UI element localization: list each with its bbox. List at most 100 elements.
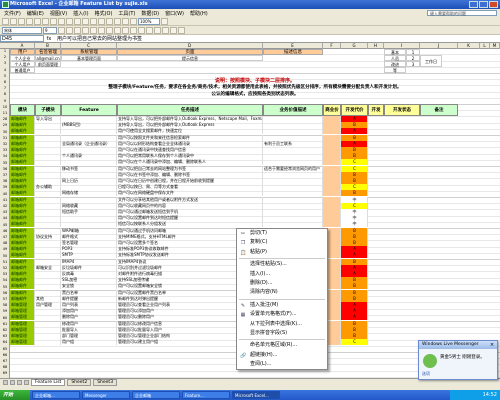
biz-value-cell[interactable] bbox=[263, 128, 323, 135]
commercial-value-cell[interactable] bbox=[323, 122, 341, 129]
priority-cell[interactable]: C bbox=[341, 339, 368, 346]
priority-cell[interactable]: B bbox=[341, 171, 368, 178]
biz-value-cell[interactable] bbox=[263, 184, 323, 191]
feature-cell[interactable]: 网络收藏 bbox=[61, 202, 117, 209]
feature-cell[interactable]: 全局通讯录（企业通讯录） bbox=[61, 140, 117, 147]
task-desc-cell[interactable]: 支持导入导出，可以把外部邮件导入Outlook Express、Netscape… bbox=[117, 116, 263, 122]
task-desc-cell[interactable]: 用户可使用全文搜索邮件，快速定位 bbox=[117, 128, 263, 135]
priority-cell[interactable]: C bbox=[341, 165, 368, 172]
minimize-button[interactable] bbox=[469, 1, 478, 8]
row-header[interactable]: 64 bbox=[0, 340, 10, 344]
context-menu-item[interactable]: 📋 粘贴(P) bbox=[237, 248, 327, 257]
priority-cell[interactable]: B bbox=[341, 147, 368, 153]
biz-value-cell[interactable] bbox=[263, 147, 323, 153]
priority-cell[interactable]: B bbox=[341, 277, 368, 284]
module-cell[interactable]: 邮箱管理 bbox=[10, 308, 35, 315]
row-header[interactable]: 32 bbox=[0, 142, 10, 146]
priority-cell[interactable]: B bbox=[341, 258, 368, 265]
priority-cell[interactable]: B bbox=[341, 289, 368, 296]
priority-cell[interactable]: C bbox=[341, 159, 368, 166]
commercial-value-cell[interactable] bbox=[323, 215, 341, 222]
feature-cell[interactable]: 签名管理 bbox=[61, 240, 117, 246]
table-row[interactable]: 邮箱邮件 用户可以按照文件夹和来往信息检索邮件 B bbox=[10, 134, 500, 141]
table-row[interactable]: 邮箱邮件 个人通讯录 用户可以把常用联系人保存到个人通讯录中 B bbox=[10, 153, 500, 160]
hyperlink-tool-icon[interactable] bbox=[90, 17, 97, 25]
table-row[interactable]: 邮箱邮件 短信助手 用户可以通过邮箱发送短信到手机 中 bbox=[10, 209, 500, 215]
next-sheet-icon[interactable] bbox=[17, 380, 22, 385]
cut-tool-icon[interactable] bbox=[50, 17, 57, 25]
bold-icon[interactable] bbox=[58, 26, 65, 34]
last-sheet-icon[interactable] bbox=[24, 380, 29, 385]
context-menu-item[interactable]: ✎ 插入批注(M) bbox=[237, 301, 327, 310]
row-header[interactable]: 49 bbox=[0, 247, 10, 251]
messenger-options-link[interactable]: 选项 bbox=[422, 371, 430, 377]
indent-icon[interactable] bbox=[154, 26, 161, 34]
row-header[interactable]: 69 bbox=[0, 371, 10, 375]
font-size-select[interactable]: 9 bbox=[43, 26, 57, 34]
submodule-cell[interactable] bbox=[35, 122, 61, 129]
task-desc-cell[interactable]: 用户可以在日历中创建日程，并在日程开始前收到提醒 bbox=[117, 178, 263, 184]
row-header[interactable]: 65 bbox=[0, 347, 10, 351]
feature-cell[interactable]: 反垃圾邮件 bbox=[61, 264, 117, 271]
preview-icon[interactable] bbox=[34, 17, 41, 25]
submodule-cell[interactable] bbox=[35, 314, 61, 321]
submodule-cell[interactable] bbox=[35, 190, 61, 197]
row-header[interactable]: 47 bbox=[0, 235, 10, 239]
info-cell[interactable]: 前页面管理 bbox=[35, 61, 61, 67]
module-cell[interactable]: 邮箱管理 bbox=[10, 302, 35, 308]
biz-value-cell[interactable] bbox=[263, 215, 323, 222]
table-row[interactable]: 邮箱邮件 用户可以在个人通讯录中添加、编辑、删除联系人 C bbox=[10, 159, 500, 166]
menu-edit[interactable]: 编辑(E) bbox=[27, 10, 44, 17]
feature-cell[interactable]: POP3 bbox=[61, 246, 117, 253]
context-menu-item[interactable]: 清除内容(N) bbox=[237, 288, 327, 297]
th-dev-status[interactable]: 开发状态 bbox=[384, 104, 420, 116]
feature-cell[interactable]: 网络存储 bbox=[61, 190, 117, 197]
menu-data[interactable]: 数据(D) bbox=[141, 10, 159, 17]
zoom-select[interactable]: 100% bbox=[138, 17, 160, 25]
row-header[interactable]: 50 bbox=[0, 254, 10, 258]
priority-cell[interactable]: B bbox=[341, 122, 368, 129]
table-row[interactable]: 邮箱邮件 用户可以在书签中添加、编辑、删除书签 B bbox=[10, 171, 500, 178]
module-cell[interactable]: 邮箱邮件 bbox=[10, 209, 35, 215]
priority-cell[interactable]: B bbox=[341, 153, 368, 160]
feature-cell[interactable] bbox=[61, 196, 117, 203]
module-cell[interactable]: 邮箱邮件 bbox=[10, 140, 35, 147]
module-cell[interactable]: 邮箱邮件 bbox=[10, 277, 35, 284]
th-task-desc[interactable]: 任务描述 bbox=[117, 104, 263, 116]
submodule-cell[interactable] bbox=[35, 320, 61, 327]
maximize-button[interactable] bbox=[479, 1, 488, 8]
task-desc-cell[interactable]: 文件可以分享给其他用户或者以附件方式发送 bbox=[117, 196, 263, 203]
priority-cell[interactable]: 中 bbox=[341, 209, 368, 215]
sort-desc-icon[interactable] bbox=[114, 17, 121, 25]
feature-cell[interactable]: 个人通讯录 bbox=[61, 153, 117, 160]
commercial-value-cell[interactable] bbox=[323, 171, 341, 178]
row-header[interactable]: 29 bbox=[0, 123, 10, 127]
percent-icon[interactable] bbox=[122, 26, 129, 34]
module-cell[interactable]: 邮箱管理 bbox=[10, 314, 35, 321]
commercial-value-cell[interactable] bbox=[323, 128, 341, 135]
sum-icon[interactable] bbox=[98, 17, 105, 25]
row-header[interactable]: 37 bbox=[0, 173, 10, 177]
biz-value-cell[interactable] bbox=[263, 221, 323, 228]
th-commercial[interactable]: 商业价值 bbox=[323, 104, 341, 125]
submodule-cell[interactable]: 导入导出 bbox=[35, 116, 61, 122]
table-row[interactable]: 邮箱邮件 文件可以分享给其他用户或者以附件方式发送 中 bbox=[10, 196, 500, 203]
align-left-icon[interactable] bbox=[82, 26, 89, 34]
task-desc-cell[interactable]: 用户可以在通讯录中快速查找用户信息 bbox=[117, 147, 263, 153]
start-button[interactable]: 开始 bbox=[0, 390, 30, 400]
messenger-text[interactable]: 黄金5男士 刚刚登录。 bbox=[440, 355, 496, 361]
context-menu-item[interactable]: 命名单元格区域(R)... bbox=[237, 341, 327, 350]
feature-cell[interactable]: 删除用户 bbox=[61, 314, 117, 321]
submodule-cell[interactable] bbox=[35, 277, 61, 284]
module-cell[interactable]: 邮箱邮件 bbox=[10, 153, 35, 160]
task-button-excel[interactable]: Microsoft Excel... bbox=[232, 391, 280, 399]
row-header[interactable]: 54 bbox=[0, 278, 10, 282]
submodule-cell[interactable] bbox=[35, 202, 61, 209]
row-header[interactable]: 33 bbox=[0, 148, 10, 152]
name-box[interactable]: D45 bbox=[0, 35, 44, 42]
row-header[interactable]: 34 bbox=[0, 154, 10, 158]
priority-cell[interactable]: A bbox=[341, 302, 368, 308]
redo-icon[interactable] bbox=[82, 17, 89, 25]
submodule-cell[interactable] bbox=[35, 252, 61, 259]
table-row[interactable]: 邮箱邮件 用户可以设置邮件到达时短信提醒 中 bbox=[10, 215, 500, 222]
